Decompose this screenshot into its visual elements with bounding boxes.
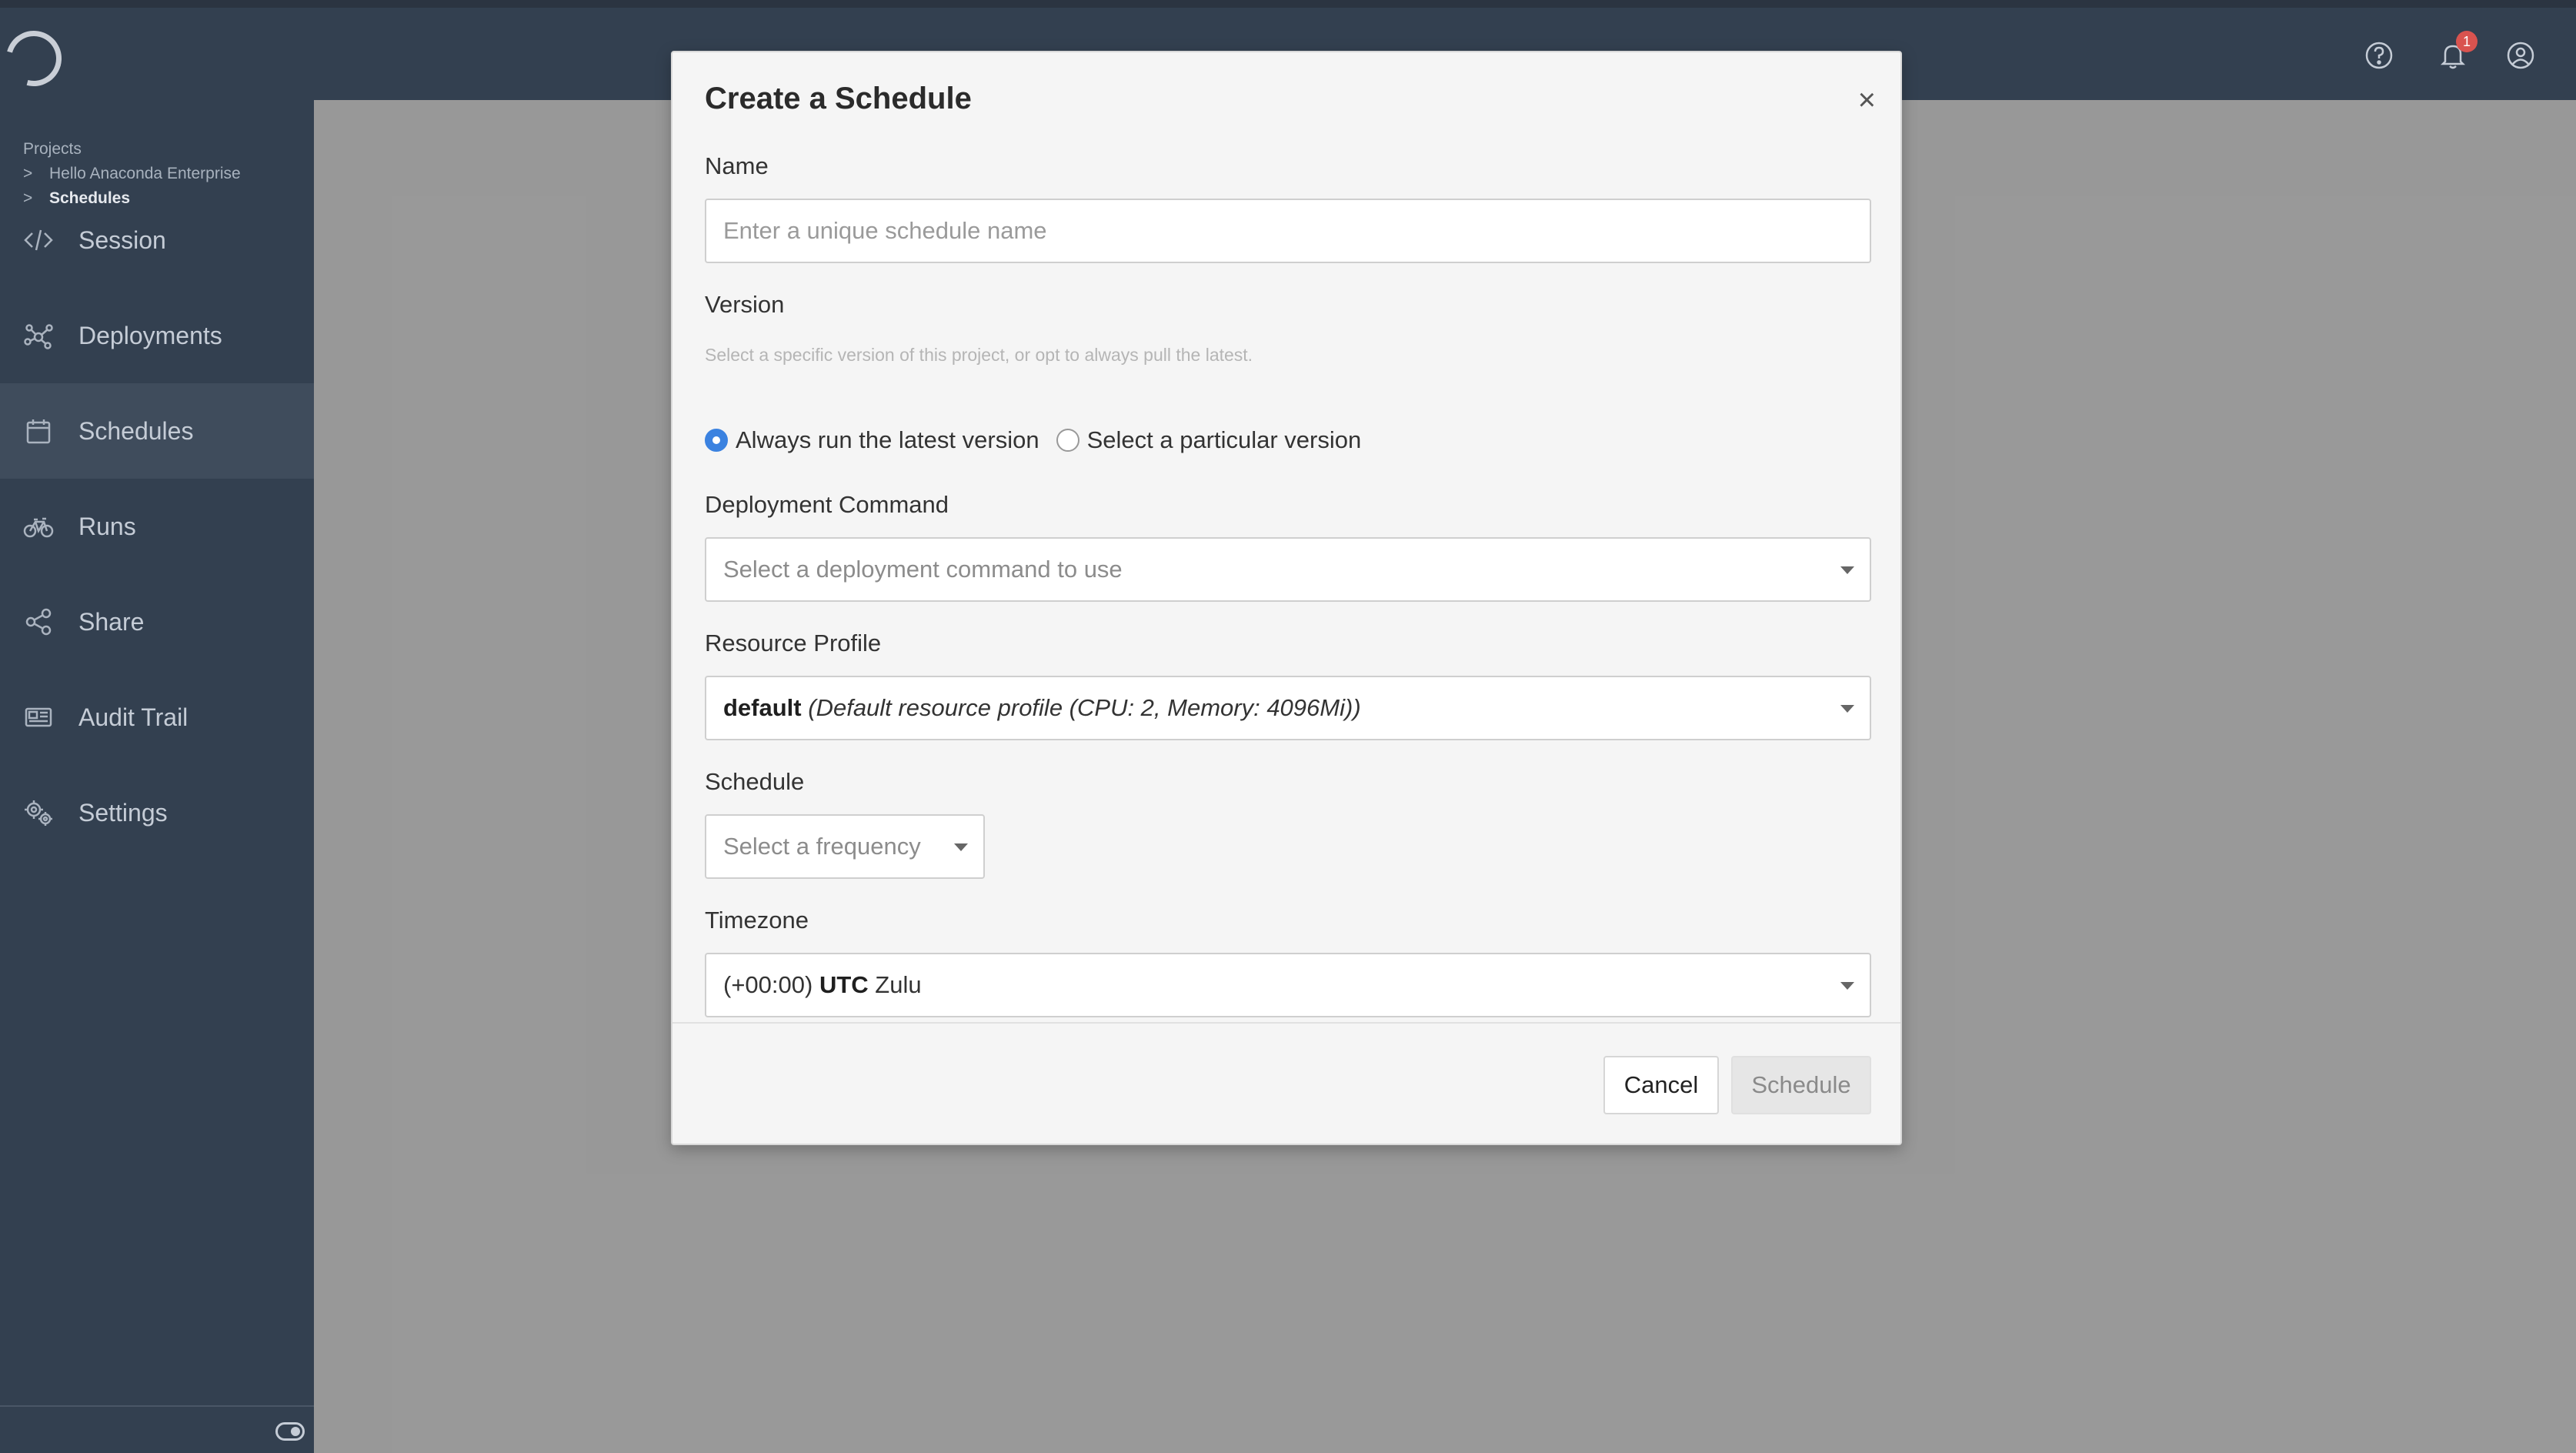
- sidebar-item-schedules[interactable]: Schedules: [0, 383, 314, 479]
- breadcrumb-projects[interactable]: Projects: [23, 137, 241, 162]
- timezone-label: Timezone: [705, 907, 809, 934]
- deployment-command-label: Deployment Command: [705, 491, 949, 518]
- sidebar-item-label: Share: [78, 607, 145, 636]
- gears-icon: [25, 800, 52, 826]
- timezone-abbr: UTC: [819, 971, 869, 998]
- chevron-down-icon: [954, 843, 968, 851]
- resource-profile-detail: (Default resource profile (CPU: 2, Memor…: [808, 694, 1361, 721]
- timezone-select[interactable]: (+00:00) UTC Zulu: [705, 953, 1871, 1017]
- newspaper-icon: [25, 707, 52, 727]
- radio-checked-icon[interactable]: [705, 429, 728, 452]
- sidebar-collapse-toggle-icon[interactable]: [275, 1422, 305, 1441]
- sidebar-item-label: Audit Trail: [78, 703, 189, 731]
- sidebar-item-settings[interactable]: Settings: [0, 765, 314, 860]
- dialog-title: Create a Schedule: [705, 82, 972, 115]
- radio-unchecked-icon[interactable]: [1056, 429, 1079, 452]
- sidebar-item-deployments[interactable]: Deployments: [0, 288, 314, 383]
- chevron-down-icon: [1840, 566, 1854, 574]
- user-icon[interactable]: [2504, 38, 2538, 72]
- schedule-submit-button[interactable]: Schedule: [1731, 1056, 1871, 1114]
- sidebar-item-session[interactable]: Session: [0, 192, 314, 288]
- sidebar-item-label: Schedules: [78, 416, 194, 445]
- name-label: Name: [705, 152, 769, 179]
- timezone-offset: (+00:00): [723, 971, 813, 998]
- calendar-icon: [26, 419, 51, 444]
- version-label: Version: [705, 291, 785, 318]
- resource-profile-label: Resource Profile: [705, 630, 882, 656]
- sidebar-item-label: Session: [78, 225, 166, 254]
- sidebar-item-runs[interactable]: Runs: [0, 479, 314, 574]
- window-top-strip: [0, 0, 2576, 8]
- sidebar-item-label: Settings: [78, 798, 168, 827]
- help-icon[interactable]: [2362, 38, 2396, 72]
- radio-latest-label[interactable]: Always run the latest version: [736, 426, 1039, 454]
- frequency-placeholder: Select a frequency: [723, 833, 921, 860]
- radio-latest-version[interactable]: Always run the latest version: [705, 426, 1039, 454]
- radio-particular-version[interactable]: Select a particular version: [1056, 426, 1362, 454]
- sidebar-item-audit-trail[interactable]: Audit Trail: [0, 670, 314, 765]
- sidebar-footer-divider: [0, 1405, 314, 1407]
- code-icon: [24, 229, 53, 251]
- breadcrumb-separator: >: [23, 165, 33, 182]
- dialog-footer-divider: [672, 1022, 1900, 1024]
- cancel-button[interactable]: Cancel: [1603, 1056, 1719, 1114]
- sidebar-item-label: Deployments: [78, 321, 222, 349]
- close-icon[interactable]: ×: [1858, 85, 1876, 115]
- sidebar: Projects > Hello Anaconda Enterprise > Sch…: [0, 8, 314, 1453]
- sidebar-item-label: Runs: [78, 512, 136, 540]
- deployment-command-placeholder: Select a deployment command to use: [723, 556, 1123, 583]
- deployment-command-select[interactable]: Select a deployment command to use: [705, 537, 1871, 602]
- create-schedule-dialog: Create a Schedule × Name Version Select …: [671, 51, 1902, 1145]
- schedule-label: Schedule: [705, 768, 805, 795]
- anaconda-logo-icon[interactable]: [0, 20, 72, 97]
- name-field[interactable]: [705, 199, 1871, 263]
- frequency-select[interactable]: Select a frequency: [705, 814, 985, 879]
- chevron-down-icon: [1840, 982, 1854, 990]
- timezone-name: Zulu: [875, 971, 922, 998]
- chevron-down-icon: [1840, 705, 1854, 713]
- sidebar-item-share[interactable]: Share: [0, 574, 314, 670]
- radio-particular-label[interactable]: Select a particular version: [1087, 426, 1362, 454]
- resource-profile-name: default: [723, 694, 802, 721]
- version-radio-group: Always run the latest version Select a p…: [705, 426, 1378, 454]
- breadcrumb-project[interactable]: Hello Anaconda Enterprise: [49, 165, 241, 182]
- sidebar-nav: Session Deployments Schedules Runs Share…: [0, 192, 314, 860]
- version-help-text: Select a specific version of this projec…: [705, 345, 1253, 365]
- notification-badge: 1: [2456, 31, 2478, 52]
- bicycle-icon: [23, 517, 54, 538]
- resource-profile-select[interactable]: default (Default resource profile (CPU: …: [705, 676, 1871, 740]
- share-icon: [25, 608, 52, 636]
- network-icon: [24, 324, 53, 349]
- schedule-name-input[interactable]: [723, 217, 1870, 245]
